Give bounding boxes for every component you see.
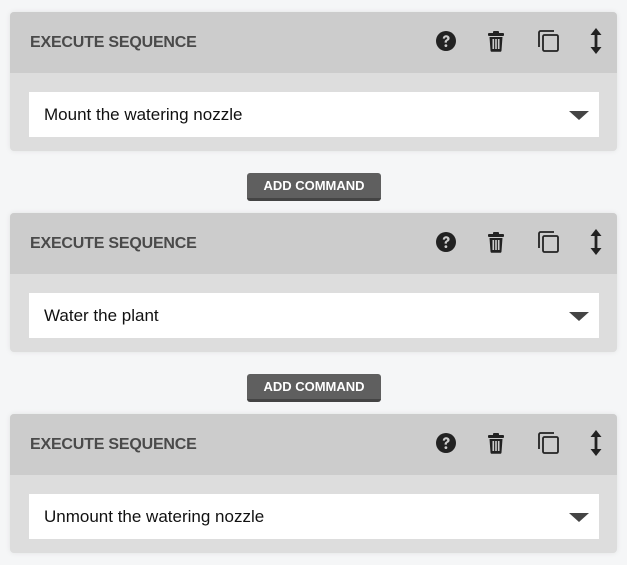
step-body: Water the plant bbox=[10, 274, 617, 352]
step-body: Mount the watering nozzle bbox=[10, 73, 617, 151]
step-card: EXECUTE SEQUENCE Mount the watering nozz… bbox=[10, 12, 617, 151]
sequence-select[interactable]: Water the plant bbox=[29, 293, 599, 338]
step-title: EXECUTE SEQUENCE bbox=[30, 235, 197, 252]
sequence-select-value: Mount the watering nozzle bbox=[44, 105, 243, 124]
sequence-select-value: Water the plant bbox=[44, 306, 159, 325]
help-icon[interactable] bbox=[433, 26, 459, 56]
caret-down-icon bbox=[569, 111, 589, 120]
sequence-select[interactable]: Unmount the watering nozzle bbox=[29, 494, 599, 539]
caret-down-icon bbox=[569, 513, 589, 522]
caret-down-icon bbox=[569, 312, 589, 321]
copy-icon[interactable] bbox=[535, 26, 561, 56]
help-icon[interactable] bbox=[433, 227, 459, 257]
step-title: EXECUTE SEQUENCE bbox=[30, 436, 197, 453]
sequence-select-value: Unmount the watering nozzle bbox=[44, 507, 265, 526]
step-body: Unmount the watering nozzle bbox=[10, 475, 617, 553]
step-card: EXECUTE SEQUENCE Unmount the watering no… bbox=[10, 414, 617, 553]
sequence-editor: EXECUTE SEQUENCE Mount the watering nozz… bbox=[0, 0, 627, 565]
drag-icon[interactable] bbox=[583, 227, 609, 257]
add-command-button[interactable]: ADD COMMAND bbox=[247, 374, 381, 402]
drag-icon[interactable] bbox=[583, 26, 609, 56]
trash-icon[interactable] bbox=[483, 26, 509, 56]
trash-icon[interactable] bbox=[483, 428, 509, 458]
drag-icon[interactable] bbox=[583, 428, 609, 458]
trash-icon[interactable] bbox=[483, 227, 509, 257]
add-command-button[interactable]: ADD COMMAND bbox=[247, 173, 381, 201]
copy-icon[interactable] bbox=[535, 428, 561, 458]
sequence-select[interactable]: Mount the watering nozzle bbox=[29, 92, 599, 137]
step-title: EXECUTE SEQUENCE bbox=[30, 34, 197, 51]
step-header: EXECUTE SEQUENCE bbox=[10, 12, 617, 73]
copy-icon[interactable] bbox=[535, 227, 561, 257]
step-header: EXECUTE SEQUENCE bbox=[10, 213, 617, 274]
step-header: EXECUTE SEQUENCE bbox=[10, 414, 617, 475]
step-card: EXECUTE SEQUENCE Water the plant bbox=[10, 213, 617, 352]
help-icon[interactable] bbox=[433, 428, 459, 458]
